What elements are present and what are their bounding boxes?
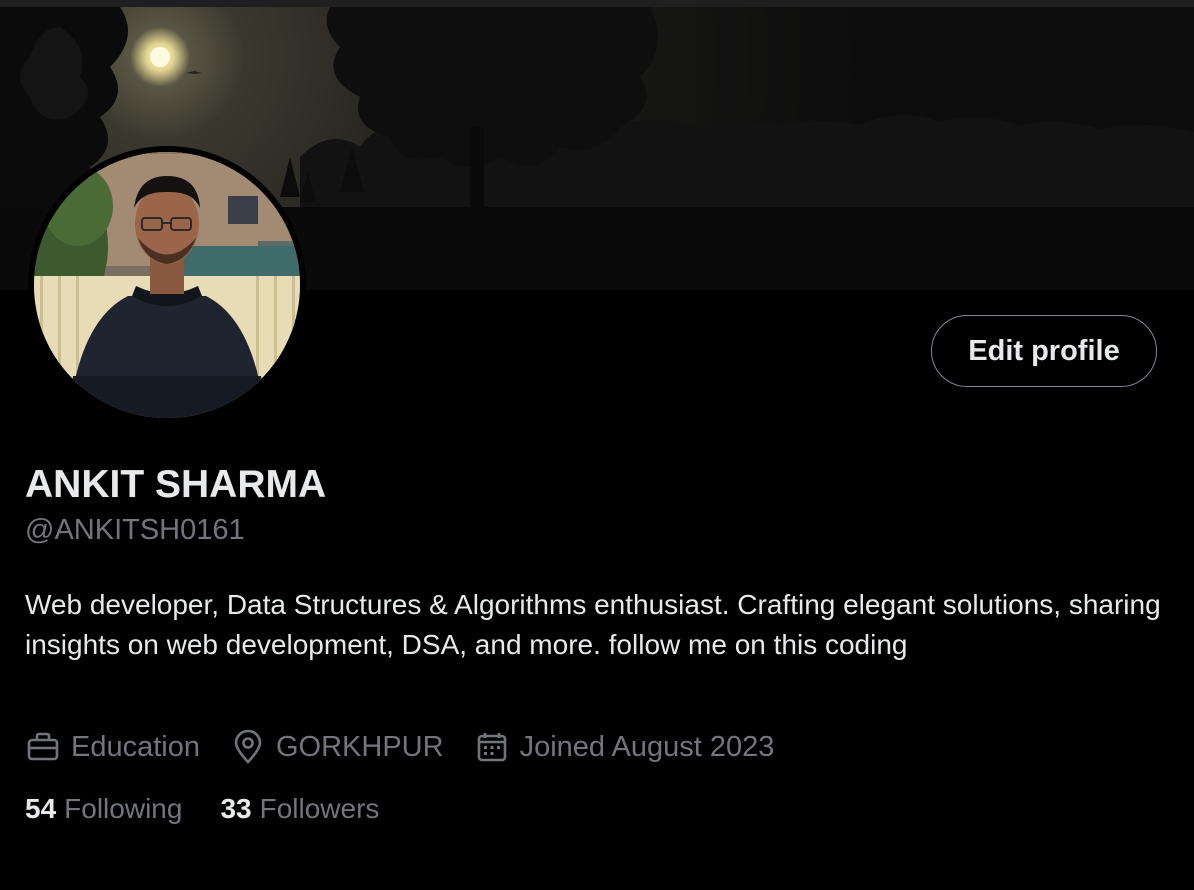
profile-location: GORKHPUR <box>230 729 444 765</box>
profile-avatar[interactable] <box>28 146 306 424</box>
followers-count: 33 <box>220 793 252 824</box>
profile-stats: 54 Following 33 Followers <box>25 793 417 825</box>
following-count: 54 <box>25 793 57 824</box>
following-link[interactable]: 54 Following <box>25 793 182 825</box>
briefcase-icon <box>25 729 61 765</box>
following-label: Following <box>64 793 183 824</box>
profile-joined: Joined August 2023 <box>474 729 775 765</box>
calendar-icon <box>474 729 510 765</box>
edit-profile-button[interactable]: Edit profile <box>931 315 1157 387</box>
profile-category: Education <box>25 729 200 765</box>
profile-bio: Web developer, Data Structures & Algorit… <box>25 589 1161 660</box>
profile-location-label: GORKHPUR <box>276 730 444 763</box>
profile-joined-label: Joined August 2023 <box>519 730 775 763</box>
followers-link[interactable]: 33 Followers <box>220 793 379 825</box>
profile-meta: Education GORKHPUR Joined August 2023 <box>25 725 804 769</box>
top-strip <box>0 0 1194 7</box>
followers-label: Followers <box>259 793 380 824</box>
profile-display-name: ANKIT SHARMA <box>25 463 327 506</box>
profile-handle: @ANKITSH0161 <box>25 514 245 546</box>
location-pin-icon <box>230 729 266 765</box>
profile-category-label: Education <box>71 730 200 763</box>
